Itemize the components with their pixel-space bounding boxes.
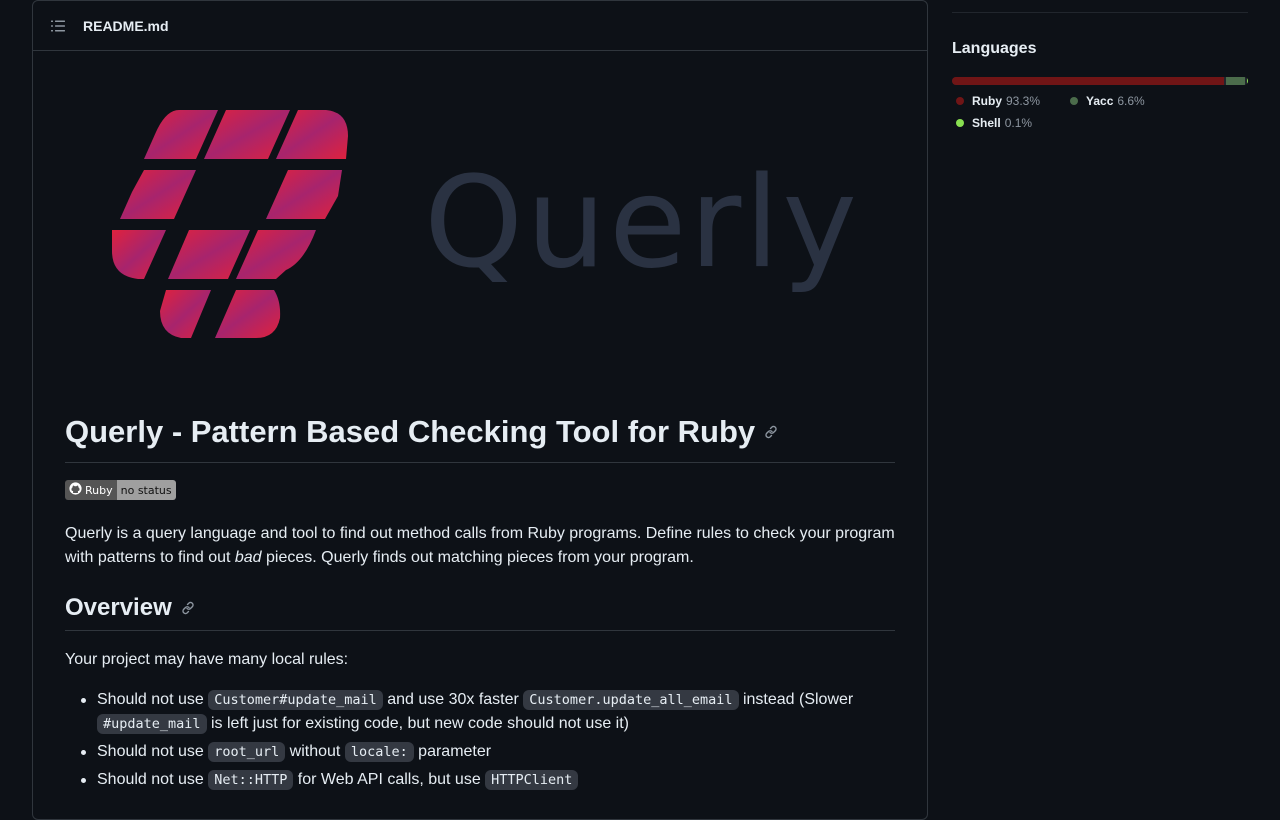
ci-status-badge[interactable]: Ruby no status: [65, 480, 176, 500]
inline-code: Net::HTTP: [208, 770, 294, 790]
list-item: Should not use root_url without locale: …: [81, 740, 887, 764]
language-yacc[interactable]: Yacc 6.6%: [1066, 94, 1145, 108]
language-bar-segment-ruby: [952, 77, 1224, 85]
rule-text: and use 30x faster: [382, 691, 524, 708]
querly-logo: [76, 106, 366, 351]
badge-label: Ruby: [85, 483, 113, 497]
language-dot-ruby: [956, 97, 964, 105]
language-shell[interactable]: Shell 0.1%: [952, 116, 1032, 130]
rule-text: without: [285, 743, 345, 760]
badge-label-section: Ruby: [65, 480, 117, 500]
language-bar-segment-shell: [1246, 77, 1248, 85]
language-percent: 93.3%: [1006, 94, 1041, 108]
list-unordered-icon[interactable]: [49, 17, 67, 35]
rule-text: Should not use: [97, 743, 209, 760]
readme-title-text: Querly - Pattern Based Checking Tool for…: [65, 414, 756, 449]
inline-code: root_url: [208, 742, 286, 762]
overview-heading-text: Overview: [65, 594, 172, 621]
inline-code: Customer.update_all_email: [523, 690, 739, 710]
readme-filename[interactable]: README.md: [83, 18, 169, 34]
language-bar-segment-yacc: [1225, 77, 1245, 85]
rule-text: Should not use: [97, 771, 209, 788]
querly-logo-wordmark: Querly: [424, 149, 860, 296]
inline-code: Customer#update_mail: [208, 690, 383, 710]
language-percent: 6.6%: [1117, 94, 1145, 108]
intro-text-2: pieces. Querly finds out matching pieces…: [261, 549, 694, 566]
link-icon[interactable]: [180, 600, 196, 616]
language-name: Shell: [972, 116, 1001, 130]
language-name: Ruby: [972, 94, 1002, 108]
rule-text: instead (Slower: [738, 691, 854, 708]
rule-text: Should not use: [97, 691, 209, 708]
overview-paragraph: Your project may have many local rules:: [65, 651, 349, 668]
language-percent: 0.1%: [1004, 116, 1033, 130]
languages-bar: [952, 77, 1248, 85]
readme-header: README.md: [33, 1, 927, 51]
link-icon[interactable]: [763, 424, 779, 440]
list-item: Should not use Customer#update_mail and …: [81, 688, 887, 736]
rules-list: Should not use Customer#update_mail and …: [81, 688, 887, 796]
intro-paragraph: Querly is a query language and tool to f…: [65, 522, 895, 570]
inline-code: HTTPClient: [485, 770, 579, 790]
language-name: Yacc: [1086, 94, 1114, 108]
badge-status: no status: [116, 480, 176, 500]
github-icon: [69, 482, 82, 498]
intro-emphasis: bad: [234, 549, 262, 566]
language-dot-shell: [956, 119, 964, 127]
overview-heading: Overview: [65, 594, 895, 631]
language-dot-yacc: [1070, 97, 1078, 105]
rule-text: for Web API calls, but use: [293, 771, 486, 788]
sidebar-divider: [952, 12, 1248, 13]
rule-text: is left just for existing code, but new …: [206, 715, 629, 732]
languages-heading: Languages: [952, 40, 1037, 57]
list-item: Should not use Net::HTTP for Web API cal…: [81, 768, 887, 792]
inline-code: locale:: [344, 742, 414, 762]
readme-title-heading: Querly - Pattern Based Checking Tool for…: [65, 414, 895, 463]
language-ruby[interactable]: Ruby 93.3%: [952, 94, 1040, 108]
rule-text: parameter: [413, 743, 492, 760]
inline-code: #update_mail: [97, 714, 207, 734]
